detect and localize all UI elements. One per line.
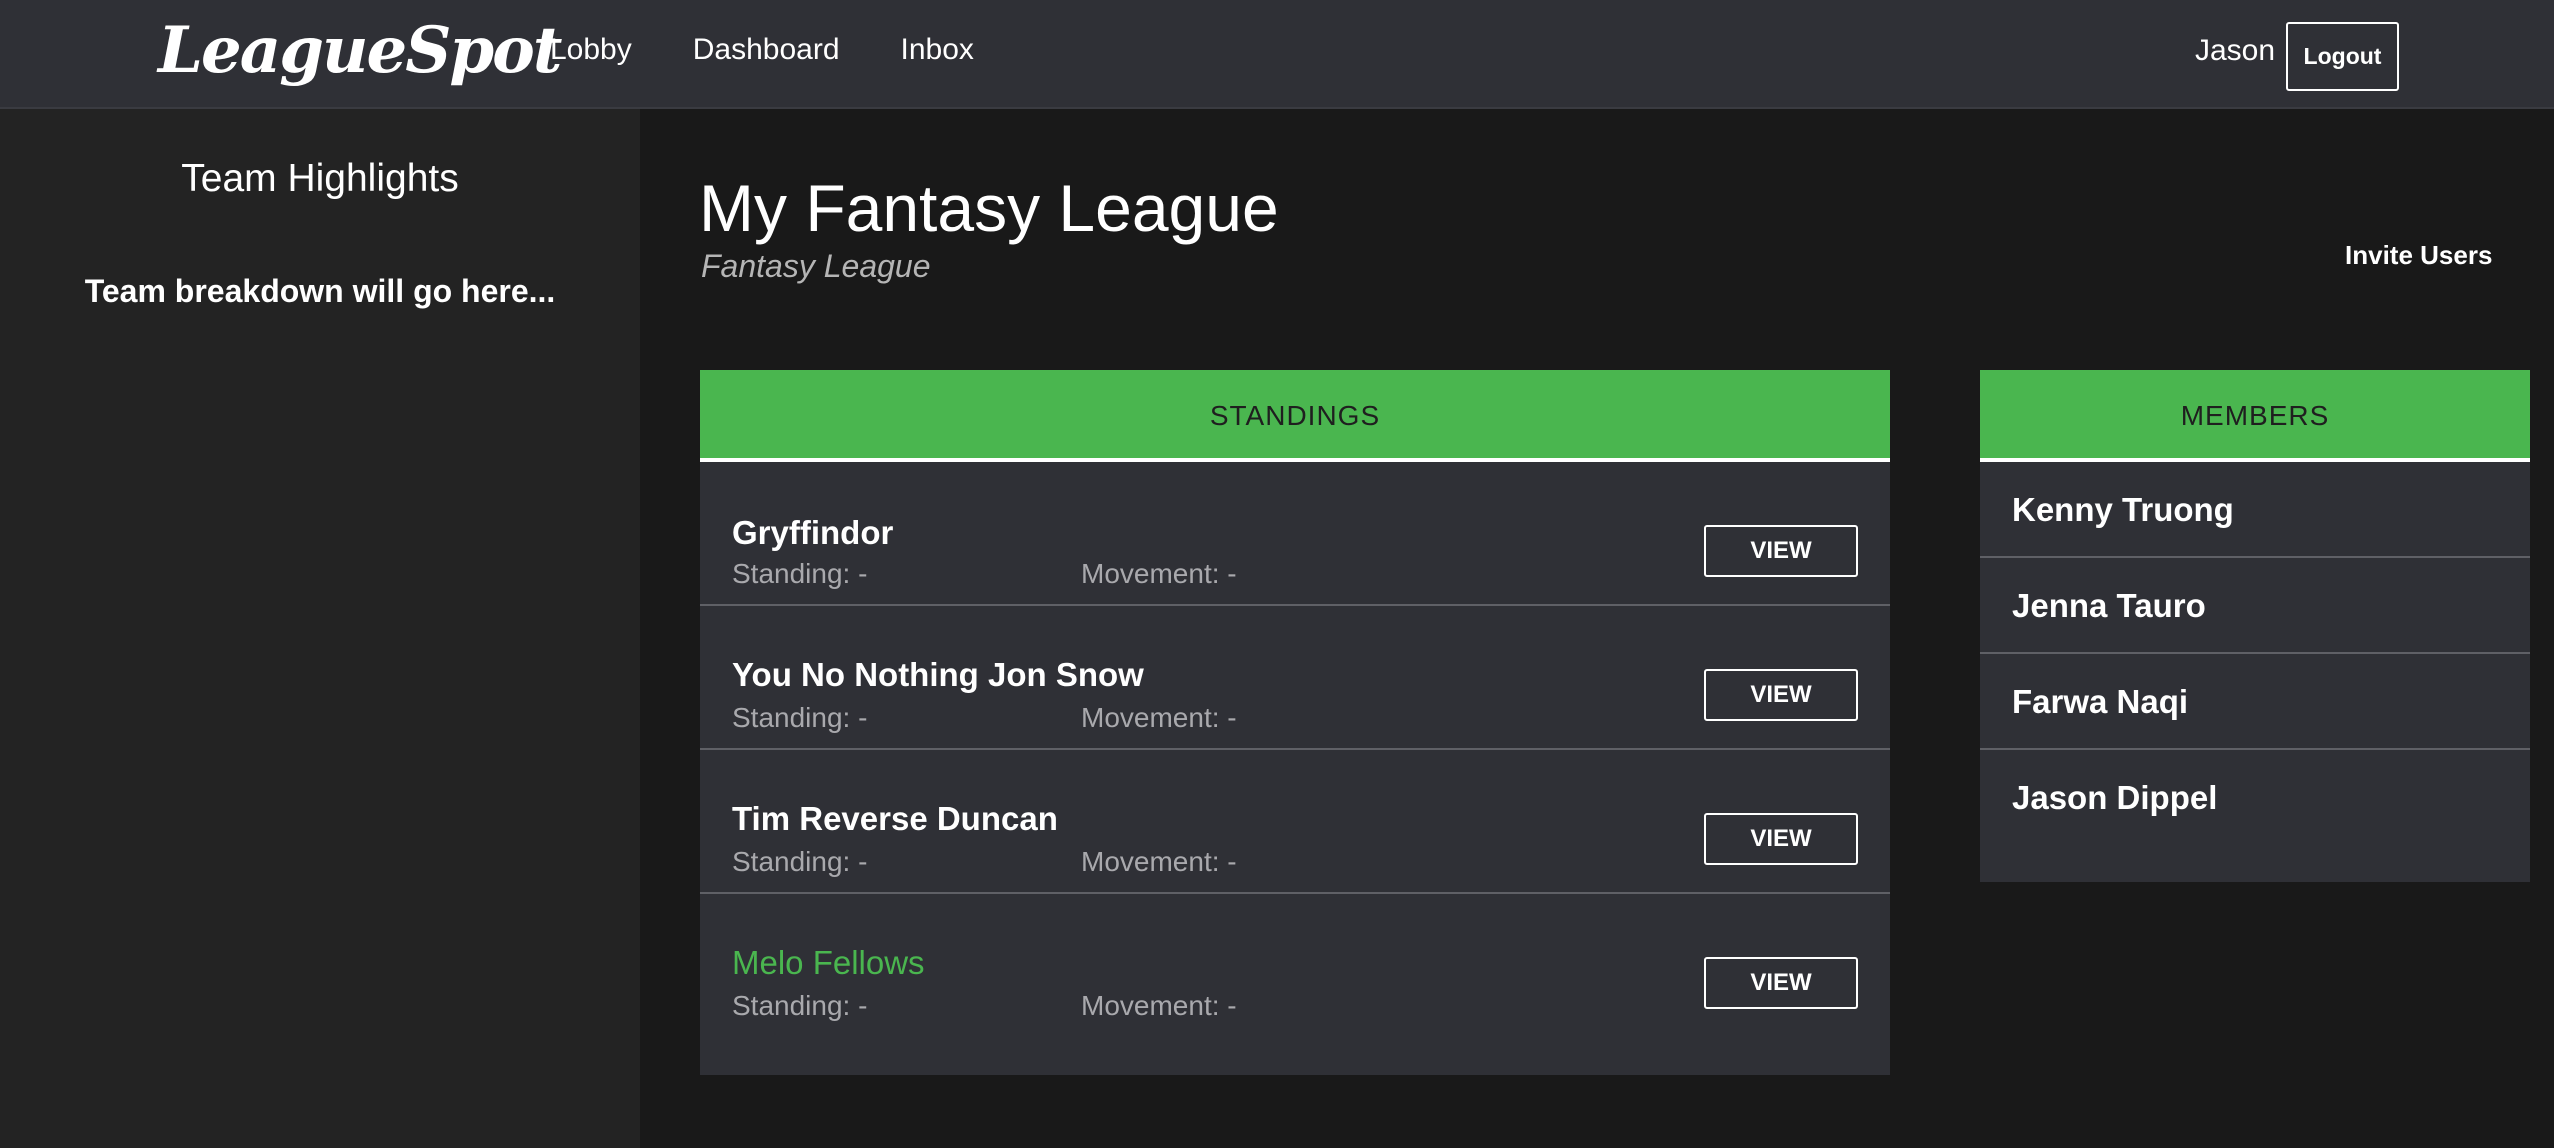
members-panel: MEMBERS Kenny Truong Jenna Tauro Farwa N… [1980,370,2530,882]
sidebar: Team Highlights Team breakdown will go h… [0,109,640,1148]
page-title: My Fantasy League [699,171,1279,245]
nav-links: Lobby Dashboard Inbox [550,0,1035,100]
page-subtitle: Fantasy League [701,248,931,284]
team-name: You No Nothing Jon Snow [732,656,1144,693]
team-standing: Standing: - [732,990,868,1021]
standing-row: Melo Fellows Standing: - Movement: - VIE… [700,894,1890,1038]
logout-button[interactable]: Logout [2286,22,2399,91]
standing-row: Tim Reverse Duncan Standing: - Movement:… [700,750,1890,894]
view-team-button[interactable]: VIEW [1704,957,1858,1009]
team-movement: Movement: - [1081,702,1237,733]
member-item: Jason Dippel [2012,779,2218,816]
sidebar-placeholder-text: Team breakdown will go here... [84,273,556,309]
invite-users-link[interactable]: Invite Users [2345,240,2492,271]
member-item: Kenny Truong [1980,462,2530,558]
standings-header: STANDINGS [700,370,1890,462]
team-standing: Standing: - [732,846,868,877]
team-movement: Movement: - [1081,990,1237,1021]
team-standing: Standing: - [732,702,868,733]
team-name: Gryffindor [732,514,894,551]
team-standing: Standing: - [732,558,868,589]
nav-link-dashboard[interactable]: Dashboard [693,33,840,67]
team-name-highlighted: Melo Fellows [732,944,925,981]
top-navbar: LeagueSpot Lobby Dashboard Inbox Jason L… [0,0,2554,109]
sidebar-title: Team Highlights [181,157,459,200]
members-header: MEMBERS [1980,370,2530,462]
member-item: Farwa Naqi [1980,654,2530,750]
standing-row: Gryffindor Standing: - Movement: - VIEW [700,462,1890,606]
standing-row: You No Nothing Jon Snow Standing: - Move… [700,606,1890,750]
current-user-name: Jason [2195,34,2276,67]
member-item: Jenna Tauro [1980,558,2530,654]
view-team-button[interactable]: VIEW [1704,525,1858,577]
team-movement: Movement: - [1081,846,1237,877]
view-team-button[interactable]: VIEW [1704,813,1858,865]
view-team-button[interactable]: VIEW [1704,669,1858,721]
standings-panel: STANDINGS Gryffindor Standing: - Movemen… [700,370,1890,1075]
team-name: Tim Reverse Duncan [732,800,1058,837]
nav-link-lobby[interactable]: Lobby [550,33,632,67]
team-movement: Movement: - [1081,558,1237,589]
nav-link-inbox[interactable]: Inbox [901,33,974,67]
app-logo[interactable]: LeagueSpot [158,6,562,96]
